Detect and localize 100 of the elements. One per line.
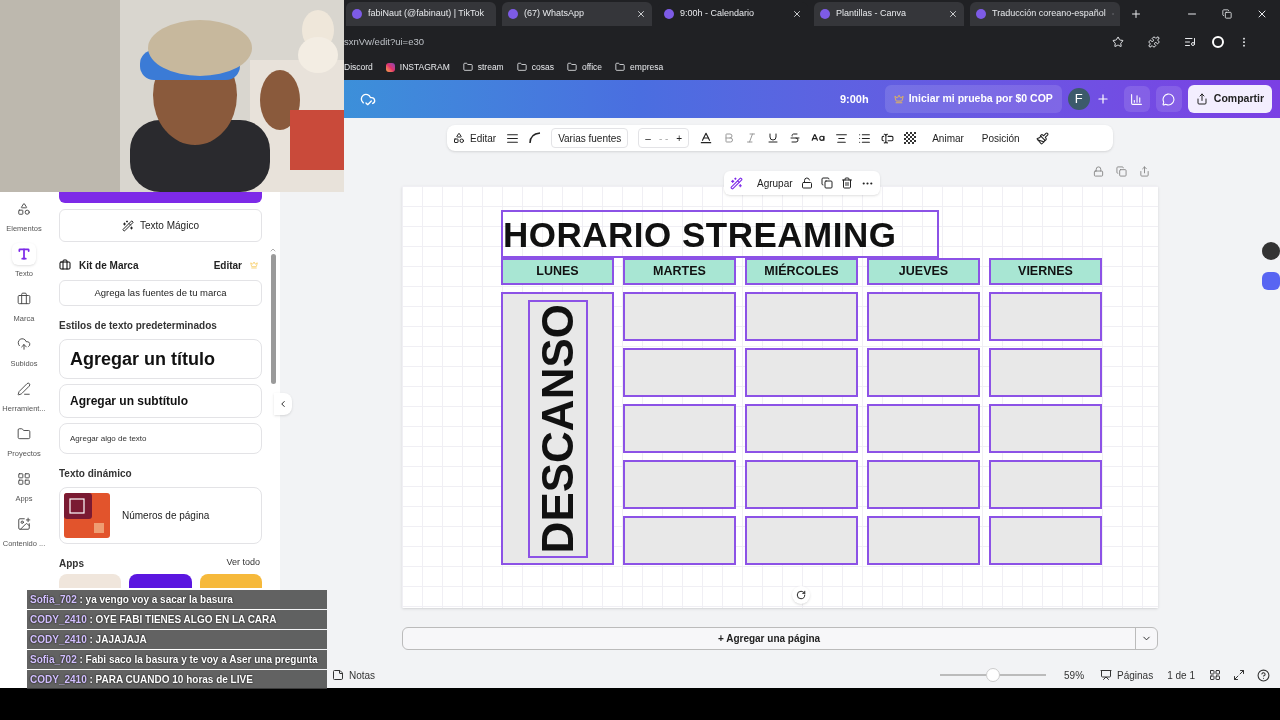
corner-radius-icon[interactable] (529, 132, 542, 144)
page-numbers-button[interactable]: Números de página (59, 487, 262, 544)
schedule-cell[interactable] (745, 516, 858, 565)
bookmark[interactable]: cosas (516, 60, 554, 74)
zoom-percent[interactable]: 59% (1064, 667, 1085, 683)
paint-format-icon[interactable] (1035, 131, 1049, 145)
schedule-cell[interactable] (867, 516, 980, 565)
schedule-cell[interactable] (989, 516, 1102, 565)
schedule-cell[interactable] (867, 404, 980, 453)
bookmark[interactable]: stream (462, 60, 504, 74)
magic-text-button[interactable]: Texto Mágico (59, 209, 262, 242)
assistant-icon[interactable] (1262, 272, 1280, 290)
add-page-button[interactable]: + Agregar una página (402, 627, 1158, 650)
bookmark[interactable]: Discord (344, 60, 373, 74)
bookmark[interactable]: INSTAGRAM (385, 60, 450, 74)
app-tile[interactable] (129, 574, 192, 588)
trial-button[interactable]: Iniciar mi prueba por $0 COP (884, 85, 1062, 113)
help-icon[interactable] (1257, 668, 1270, 682)
cloud-saved-icon[interactable] (360, 91, 376, 107)
underline-icon[interactable] (767, 132, 780, 144)
subtitle-style-button[interactable]: Agregar un subtítulo (59, 384, 262, 418)
page-count[interactable]: 1 de 1 (1167, 667, 1195, 683)
lock-icon[interactable] (800, 177, 813, 189)
bold-icon[interactable] (723, 132, 736, 144)
rest-cell[interactable]: DESCANSO (501, 292, 614, 565)
extensions-icon[interactable] (1148, 36, 1160, 48)
brand-fonts-button[interactable]: Agrega las fuentes de tu marca (59, 280, 262, 306)
schedule-cell[interactable] (989, 404, 1102, 453)
browser-tab[interactable]: fabiNaut (@fabinaut) | TikTok (346, 2, 496, 26)
schedule-cell[interactable] (745, 404, 858, 453)
comments-button[interactable] (1155, 86, 1182, 112)
browser-tab[interactable]: Traducción coreano-español (970, 2, 1120, 26)
line-weight-icon[interactable] (506, 131, 520, 145)
bookmark-star-icon[interactable] (1112, 36, 1124, 48)
new-tab-icon[interactable] (1130, 8, 1142, 20)
group-button[interactable]: Agrupar (757, 175, 793, 191)
notes-button[interactable]: Notas (332, 667, 376, 683)
profile-icon[interactable] (1212, 36, 1224, 48)
schedule-cell[interactable] (623, 404, 736, 453)
day-header[interactable]: MARTES (623, 258, 736, 285)
share-button[interactable]: Compartir (1187, 85, 1272, 113)
position-button[interactable]: Posición (981, 130, 1020, 146)
schedule-cell[interactable] (989, 348, 1102, 397)
schedule-cell[interactable] (623, 460, 736, 509)
spacing-icon[interactable] (881, 131, 895, 145)
list-icon[interactable] (858, 131, 872, 145)
pages-button[interactable]: Páginas (1100, 667, 1154, 683)
schedule-title[interactable]: HORARIO STREAMING (501, 210, 939, 258)
body-style-button[interactable]: Agregar algo de texto (59, 423, 262, 454)
bookmark[interactable]: empresa (615, 60, 664, 74)
day-header[interactable]: LUNES (501, 258, 614, 285)
schedule-cell[interactable] (623, 516, 736, 565)
day-header[interactable]: VIERNES (989, 258, 1102, 285)
scrollbar-thumb[interactable] (270, 254, 276, 384)
animate-button[interactable]: Animar (932, 130, 964, 146)
insights-button[interactable] (1123, 86, 1150, 112)
browser-tab[interactable]: Plantillas - Canva (814, 2, 964, 26)
magic-icon[interactable] (730, 176, 743, 190)
italic-icon[interactable] (745, 132, 758, 144)
rotate-handle[interactable] (792, 586, 810, 604)
restore-icon[interactable] (1222, 9, 1232, 19)
zoom-slider[interactable] (940, 668, 1047, 682)
strikethrough-icon[interactable] (789, 132, 802, 144)
edit-link[interactable]: Editar (213, 257, 242, 273)
schedule-cell[interactable] (623, 292, 736, 341)
schedule-cell[interactable] (989, 460, 1102, 509)
share-icon[interactable] (1139, 166, 1150, 177)
fullscreen-icon[interactable] (1233, 669, 1245, 681)
add-icon[interactable] (1095, 92, 1110, 106)
rest-label[interactable]: DESCANSO (527, 299, 588, 558)
app-tile[interactable] (199, 574, 262, 588)
bookmark[interactable]: office (566, 60, 603, 74)
browser-tab[interactable]: (67) WhatsApp (502, 2, 652, 26)
rail-icon (17, 382, 31, 397)
schedule-cell[interactable] (989, 292, 1102, 341)
grid-view-icon[interactable] (1209, 669, 1221, 681)
schedule-cell[interactable] (745, 348, 858, 397)
schedule-cell[interactable] (867, 292, 980, 341)
schedule-cell[interactable] (745, 292, 858, 341)
font-dropdown[interactable]: Varias fuentes (551, 128, 629, 148)
text-color-icon[interactable] (699, 131, 714, 145)
title-style-button[interactable]: Agregar un título (59, 339, 262, 379)
delete-icon[interactable] (840, 177, 853, 189)
schedule-cell[interactable] (867, 460, 980, 509)
app-tile[interactable] (59, 574, 122, 588)
app-shortcut-icon[interactable] (1262, 242, 1280, 260)
edit-button[interactable]: Editar (453, 130, 497, 146)
schedule-cell[interactable] (745, 460, 858, 509)
day-header[interactable]: MIÉRCOLES (745, 258, 858, 285)
folder-icon (566, 62, 577, 72)
schedule-cell[interactable] (623, 348, 736, 397)
see-all-link[interactable]: Ver todo (226, 556, 260, 570)
duplicate-icon[interactable] (820, 177, 833, 189)
media-icon[interactable] (1184, 36, 1196, 48)
schedule-cell[interactable] (867, 348, 980, 397)
font-size-control[interactable]: – - - + (638, 128, 690, 148)
day-header[interactable]: JUEVES (867, 258, 980, 285)
align-center-icon[interactable] (835, 131, 849, 145)
avatar[interactable]: F (1067, 88, 1090, 110)
transparency-icon[interactable] (904, 132, 917, 144)
